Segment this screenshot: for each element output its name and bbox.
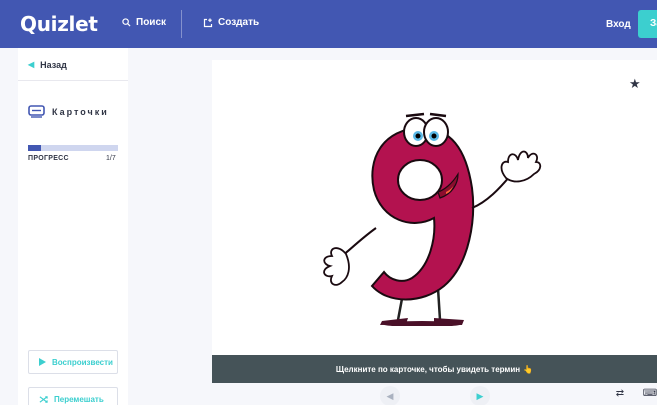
shuffle-label: Перемешать: [54, 394, 104, 404]
chevron-left-icon: ◀: [380, 386, 400, 405]
shuffle-icon: [39, 395, 48, 403]
next-card-button[interactable]: ▶: [470, 386, 490, 405]
progress-label: ПРОГРЕСС: [28, 155, 69, 162]
flip-hint-text: Щелкните по карточке, чтобы увидеть терм…: [335, 365, 521, 374]
back-label: Назад: [40, 60, 67, 70]
nav-divider: [181, 10, 182, 38]
signup-button[interactable]: За: [638, 10, 657, 38]
search-button[interactable]: Поиск: [122, 17, 166, 28]
top-navigation-bar: Quizlet Поиск Создать Вход За: [0, 0, 657, 48]
play-label: Воспроизвести: [52, 357, 113, 367]
keyboard-shortcuts-button[interactable]: ⌨: [640, 388, 657, 405]
progress-bar-fill: [28, 145, 41, 151]
swap-icon: ⇄: [615, 388, 625, 399]
star-icon[interactable]: ★: [629, 76, 641, 92]
play-icon: [39, 358, 46, 366]
swap-sides-button[interactable]: ⇄: [610, 388, 630, 405]
flashcards-icon: [28, 105, 45, 118]
quizlet-logo[interactable]: Quizlet: [20, 12, 98, 36]
shuffle-button[interactable]: Перемешать: [28, 387, 118, 405]
search-label: Поиск: [136, 17, 167, 28]
mode-label: Карточки: [52, 106, 109, 117]
search-icon: [122, 18, 131, 27]
pointing-hand-icon: 👆: [523, 365, 534, 374]
create-icon: [203, 18, 213, 27]
flip-hint-bar[interactable]: Щелкните по карточке, чтобы увидеть терм…: [212, 355, 657, 383]
create-label: Создать: [218, 17, 260, 28]
back-button[interactable]: ◀ Назад: [18, 48, 128, 81]
study-sidebar: ◀ Назад Карточки ПРОГРЕСС 1/7 Воспроизве…: [18, 48, 128, 405]
progress-count: 1/7: [106, 155, 116, 162]
keyboard-icon: ⌨: [642, 388, 657, 399]
chevron-right-icon: ▶: [470, 386, 490, 405]
login-link[interactable]: Вход: [606, 19, 631, 30]
progress-bar: [28, 145, 118, 151]
back-arrow-icon: ◀: [28, 60, 35, 69]
create-button[interactable]: Создать: [203, 17, 259, 28]
flashcard[interactable]: ★: [212, 60, 657, 355]
previous-card-button[interactable]: ◀: [380, 386, 400, 405]
play-button[interactable]: Воспроизвести: [28, 350, 118, 374]
flashcards-mode-title: Карточки: [28, 105, 109, 118]
number-nine-illustration: [323, 112, 542, 326]
